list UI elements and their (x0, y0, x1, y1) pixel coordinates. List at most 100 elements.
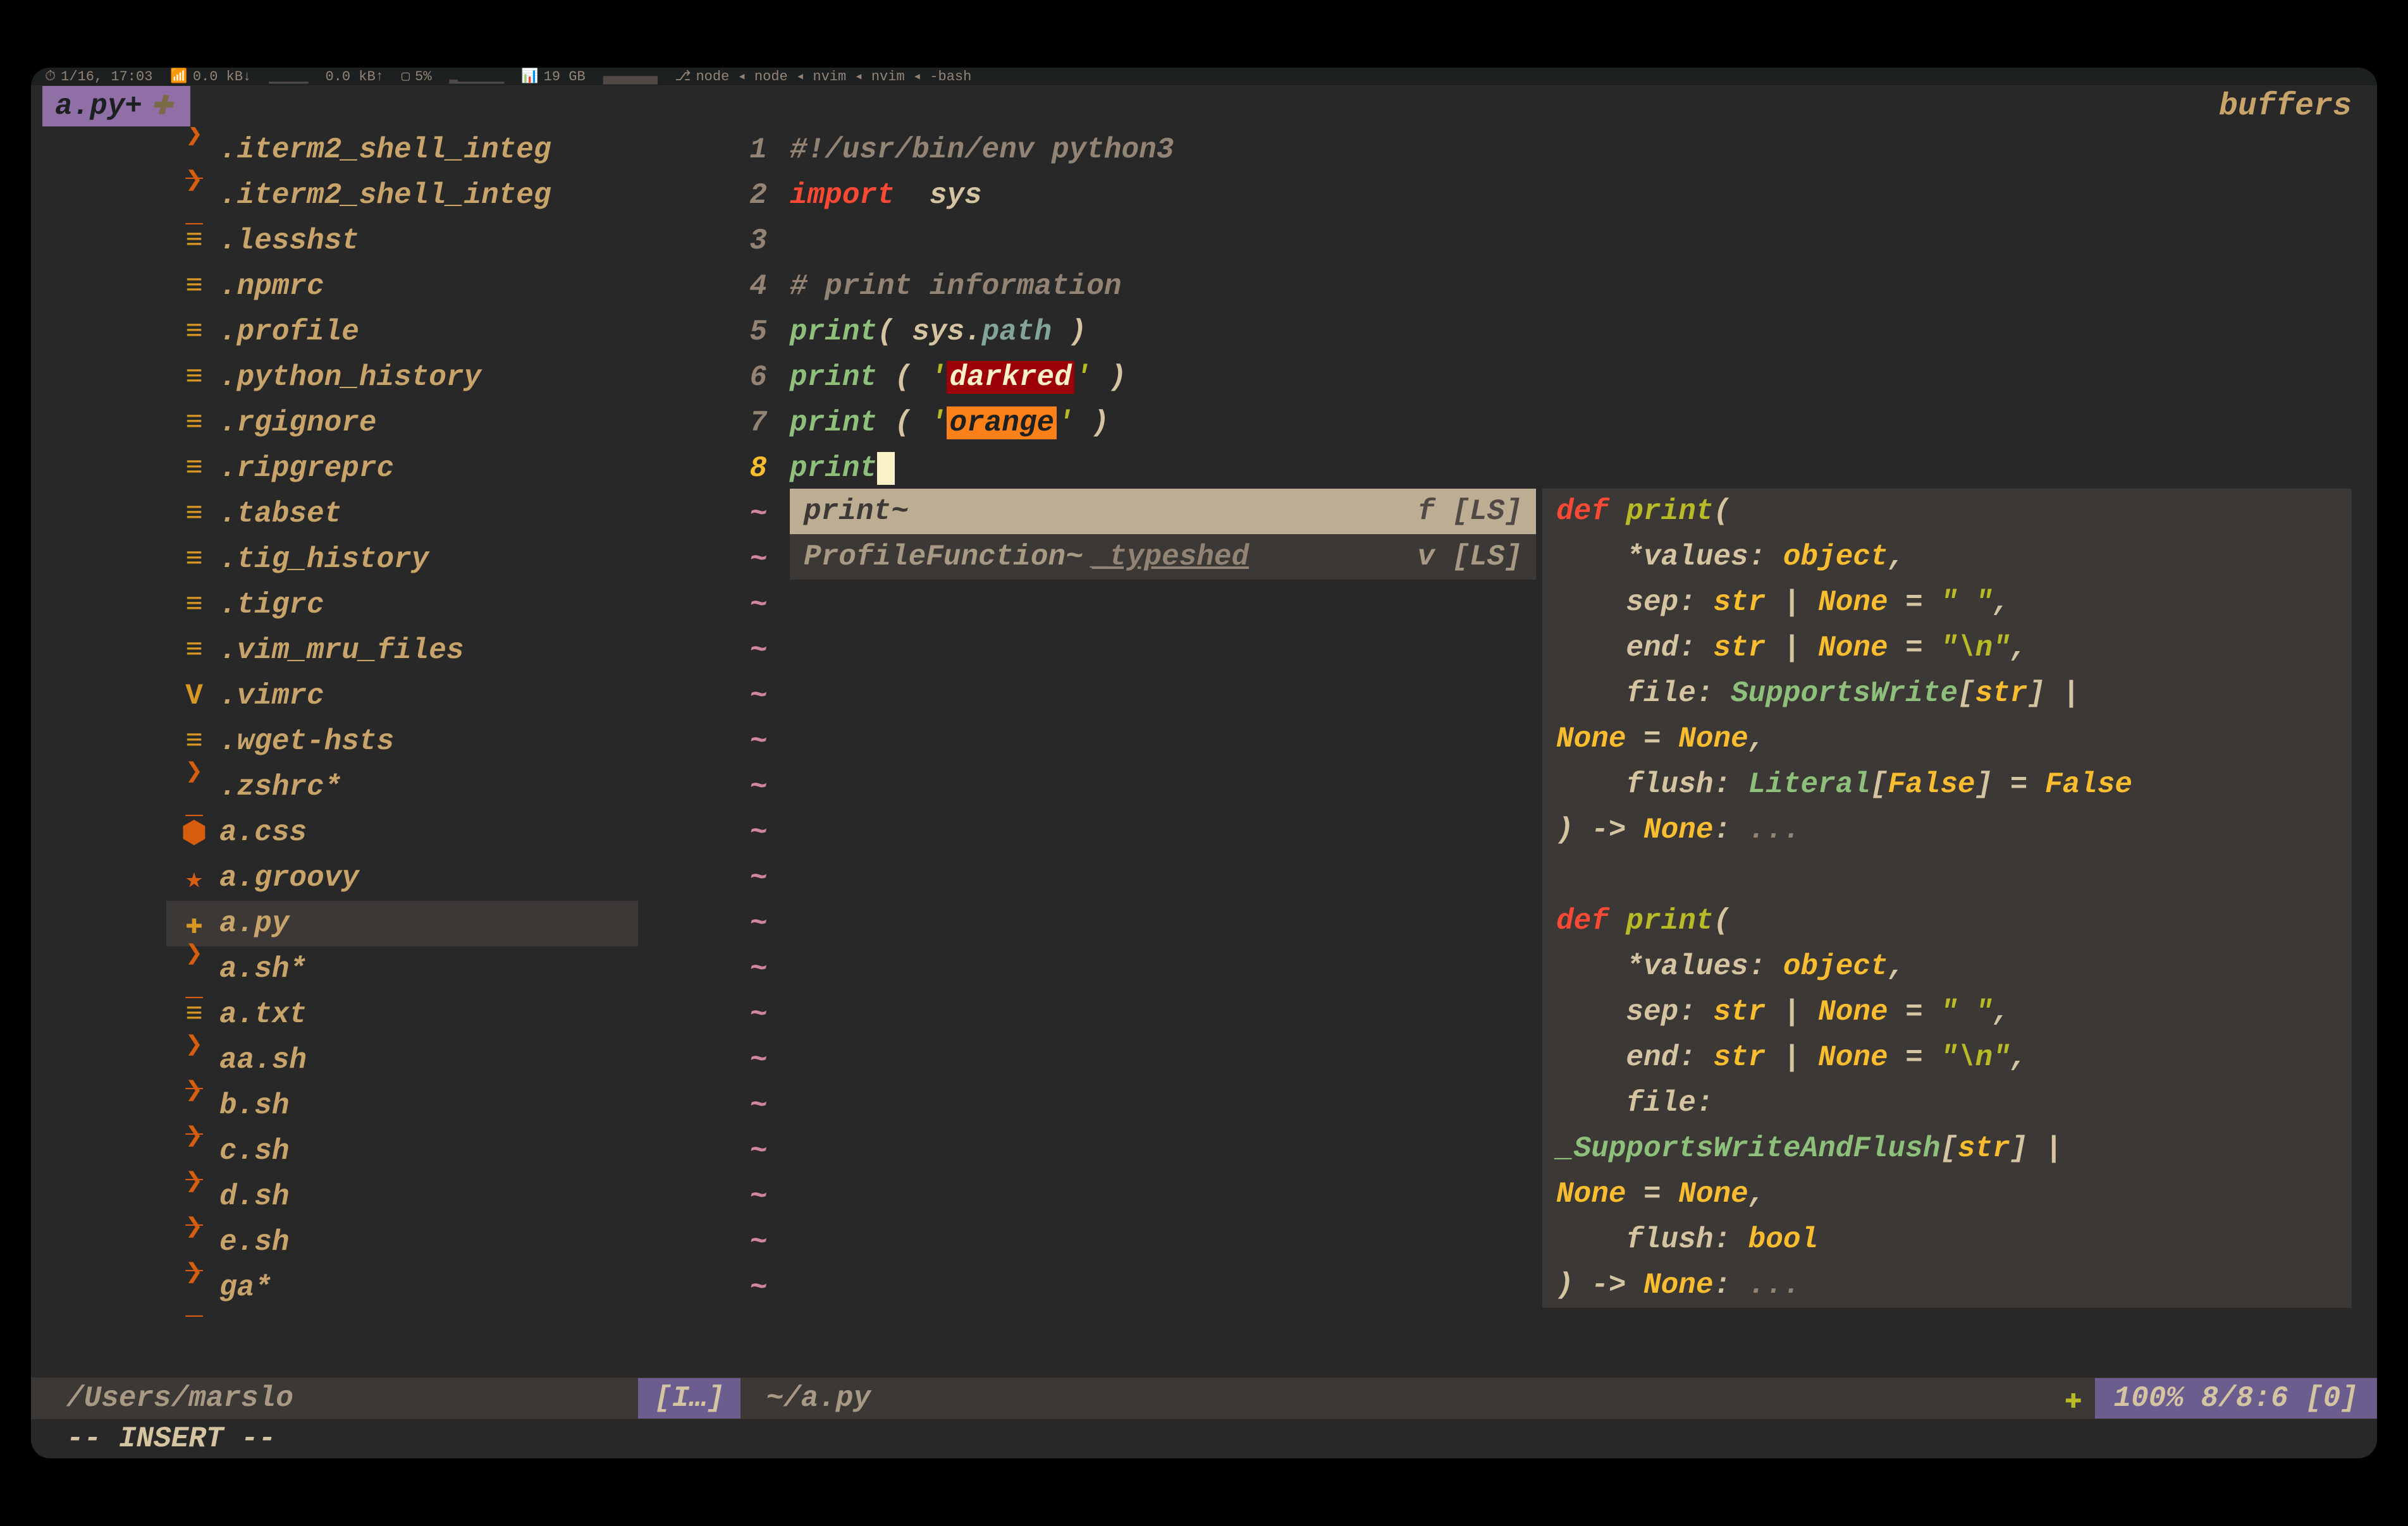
file-tree-label: a.py (219, 907, 289, 940)
doc-line: *values: object, (1556, 534, 2338, 580)
file-tree[interactable]: ❯_.iterm2_shell_integ❯_.iterm2_shell_int… (31, 127, 638, 1377)
doc-line: None = None, (1556, 1171, 2338, 1217)
file-tree-item[interactable]: ❯_.iterm2_shell_integ (166, 173, 638, 218)
file-tree-item[interactable]: ≡ .profile (166, 309, 638, 355)
file-tree-item[interactable]: ≡.lesshst (166, 218, 638, 264)
file-tree-label: a.css (219, 816, 307, 849)
file-tree-label: c.sh (219, 1135, 289, 1168)
doc-line: def print( (1556, 898, 2338, 944)
file-tree-item[interactable]: ≡a.txt (166, 992, 638, 1037)
file-tree-label: b.sh (219, 1089, 289, 1122)
doc-line: flush: Literal[False] = False (1556, 762, 2338, 807)
file-tree-item[interactable]: ❯_e.sh (166, 1219, 638, 1265)
empty-line-marker: ~ (638, 901, 790, 946)
code-line[interactable]: print (790, 446, 2377, 491)
empty-line-marker: ~ (638, 1083, 790, 1128)
code-line[interactable] (790, 218, 2377, 264)
file-tree-item[interactable]: ≡.tabset (166, 491, 638, 537)
editor-pane[interactable]: 12345678~~~~~~~~~~~~~~~~~~ #!/usr/bin/en… (638, 127, 2377, 1377)
doc-line: file: (1556, 1080, 2338, 1126)
file-tree-item[interactable]: ❯_d.sh (166, 1174, 638, 1219)
file-tree-label: .tig_history (219, 543, 429, 576)
file-icon: ≡ (180, 406, 208, 439)
file-tree-item[interactable]: ≡ .tigrc (166, 582, 638, 628)
file-icon: ≡ (180, 452, 208, 485)
empty-line-marker: ~ (638, 1265, 790, 1310)
doc-line: ) -> None: ... (1556, 1262, 2338, 1308)
file-tree-item[interactable]: ≡.npmrc (166, 264, 638, 309)
line-number: 6 (638, 355, 790, 400)
file-tree-item[interactable]: ❯_b.sh (166, 1083, 638, 1128)
code-line[interactable]: print ( 'orange' ) (790, 400, 2377, 446)
file-tree-item[interactable]: ❯_ga* (166, 1265, 638, 1310)
file-tree-item[interactable]: ❯_.iterm2_shell_integ (166, 127, 638, 173)
file-icon: ≡ (180, 315, 208, 348)
file-tree-label: aa.sh (219, 1044, 307, 1077)
status-position: 100% 8/8:6 [0] (2095, 1378, 2377, 1419)
tab-active[interactable]: a.py+ ✚ (42, 86, 190, 126)
file-icon: ≡ (180, 361, 208, 394)
line-number: 7 (638, 400, 790, 446)
file-tree-item[interactable]: ✚a.py (166, 901, 638, 946)
status-cwd: /Users/marslo (31, 1382, 638, 1415)
file-tree-item[interactable]: ❯_c.sh (166, 1128, 638, 1174)
file-tree-label: .profile (219, 315, 359, 348)
file-tree-label: .npmrc (219, 270, 324, 303)
file-icon: ≡ (180, 634, 208, 667)
tab-label: a.py+ (55, 90, 142, 123)
empty-line-marker: ~ (638, 719, 790, 764)
completion-item[interactable]: print~f [LS] (790, 489, 1536, 534)
line-number: 2 (638, 173, 790, 218)
file-tree-label: a.sh* (219, 953, 307, 986)
line-number: 1 (638, 127, 790, 173)
line-number: 8 (638, 446, 790, 491)
file-tree-item[interactable]: ❯_aa.sh (166, 1037, 638, 1083)
empty-line-marker: ~ (638, 992, 790, 1037)
css-icon: ⬢ (180, 815, 208, 851)
file-tree-item[interactable]: V.vimrc (166, 673, 638, 719)
file-tree-label: .rgignore (219, 406, 376, 439)
net-down: 📶 0.0 kB↓ (170, 68, 251, 85)
status-bar: /Users/marslo [I…] ~/a.py ✚ 100% 8/8:6 [… (31, 1377, 2377, 1419)
file-tree-label: .zshrc* (219, 771, 341, 803)
completion-popup[interactable]: print~f [LS]ProfileFunction~_typeshedv [… (790, 489, 1536, 580)
code-line[interactable]: # print information (790, 264, 2377, 309)
file-tree-item[interactable]: ★a.groovy (166, 855, 638, 901)
file-icon: ≡ (180, 589, 208, 621)
doc-line: end: str | None = "\n", (1556, 1035, 2338, 1080)
empty-line-marker: ~ (638, 1174, 790, 1219)
file-icon: ≡ (180, 224, 208, 257)
doc-line: file: SupportsWrite[str] | (1556, 671, 2338, 716)
clock-segment: ⏱ 1/16, 17:03 (45, 69, 152, 85)
doc-line: sep: str | None = " ", (1556, 989, 2338, 1035)
code-line[interactable]: print ( 'darkred' ) (790, 355, 2377, 400)
file-tree-item[interactable]: ❯_.zshrc* (166, 764, 638, 810)
file-icon: ≡ (180, 543, 208, 576)
file-tree-item[interactable]: ❯_a.sh* (166, 946, 638, 992)
code-line[interactable]: import sys (790, 173, 2377, 218)
doc-line: ) -> None: ... (1556, 807, 2338, 853)
procs-segment: ⎇ node ◂ node ◂ nvim ◂ nvim ◂ -bash (675, 68, 971, 85)
cpu-segment: ▢ 5% (402, 68, 432, 85)
term-icon: ❯_ (180, 161, 208, 230)
code-line[interactable]: print( sys.path ) (790, 309, 2377, 355)
empty-line-marker: ~ (638, 582, 790, 628)
file-tree-item[interactable]: ≡.wget-hsts (166, 719, 638, 764)
completion-item[interactable]: ProfileFunction~_typeshedv [LS] (790, 534, 1536, 580)
file-tree-item[interactable]: ≡.python_history (166, 355, 638, 400)
ram-segment: 📊 19 GB (521, 68, 585, 85)
gutter: 12345678~~~~~~~~~~~~~~~~~~ (638, 127, 790, 1377)
vim-icon: V (180, 680, 208, 712)
file-tree-label: .iterm2_shell_integ (219, 133, 551, 166)
file-tree-item[interactable]: ≡.vim_mru_files (166, 628, 638, 673)
file-tree-item[interactable]: ≡ .tig_history (166, 537, 638, 582)
star-icon: ★ (180, 860, 208, 896)
file-tree-item[interactable]: ≡.ripgreprc (166, 446, 638, 491)
file-tree-item[interactable]: ⬢ a.css (166, 810, 638, 855)
code-line[interactable]: #!/usr/bin/env python3 (790, 127, 2377, 173)
command-line: -- INSERT -- (31, 1419, 2377, 1458)
empty-line-marker: ~ (638, 946, 790, 992)
status-mode: [I…] (638, 1378, 740, 1419)
file-tree-item[interactable]: ≡ .rgignore (166, 400, 638, 446)
file-tree-label: .tigrc (219, 589, 324, 621)
